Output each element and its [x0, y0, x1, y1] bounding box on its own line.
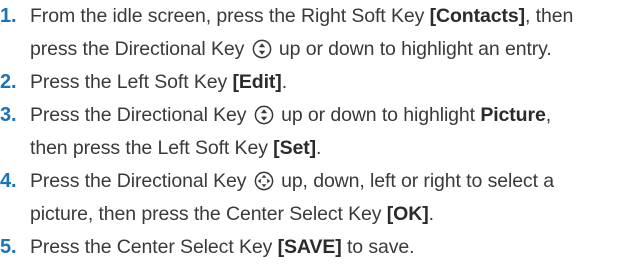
step-3-line-1: 3. Press the Directional Key up or down t… [0, 99, 642, 132]
key-label-edit: [Edit] [232, 71, 282, 93]
key-label-set: [Set] [273, 137, 317, 159]
step-4-line-2: picture, then press the Center Select Ke… [0, 198, 642, 231]
step-number: 1. [0, 5, 17, 27]
step-3: 3. Press the Directional Key up or down t… [0, 99, 642, 165]
step-text: , [545, 104, 552, 126]
step-text: Press the Center Select Key [30, 236, 278, 258]
menu-item-picture: Picture [480, 104, 546, 126]
step-text: . [428, 203, 434, 225]
step-text: to save. [341, 236, 415, 258]
step-1-line-1: 1. From the idle screen, press the Right … [0, 0, 642, 33]
step-5-line-1: 5. Press the Center Select Key [SAVE] to … [0, 231, 642, 264]
step-2-line-1: 2. Press the Left Soft Key [Edit]. [0, 66, 642, 99]
step-text: Press the Directional Key [30, 104, 252, 126]
up-down-navigation-key-icon [252, 39, 272, 59]
step-number: 2. [0, 71, 17, 93]
step-number: 5. [0, 236, 17, 258]
step-text: up or down to highlight [275, 104, 481, 126]
step-text: picture, then press the Center Select Ke… [30, 203, 387, 225]
up-down-navigation-key-icon [254, 105, 274, 125]
step-number: 4. [0, 170, 17, 192]
step-text: up, down, left or right to select a [275, 170, 554, 192]
step-text: . [281, 71, 288, 93]
four-way-navigation-key-icon [254, 171, 274, 191]
step-4: 4. Press the Directional Key up, down, le… [0, 165, 642, 231]
step-4-line-1: 4. Press the Directional Key up, down, le… [0, 165, 642, 198]
step-text: Press the Directional Key [30, 170, 252, 192]
step-text: then press the Left Soft Key [30, 137, 274, 159]
step-text: press the Directional Key [30, 38, 250, 60]
step-1: 1. From the idle screen, press the Right … [0, 0, 642, 66]
step-3-line-2: then press the Left Soft Key [Set]. [0, 132, 642, 165]
key-label-contacts: [Contacts] [429, 5, 526, 27]
key-label-save: [SAVE] [277, 236, 342, 258]
step-text: Press the Left Soft Key [30, 71, 233, 93]
step-text: . [316, 137, 322, 159]
step-2: 2. Press the Left Soft Key [Edit]. [0, 66, 642, 99]
step-text: up or down to highlight an entry. [273, 38, 552, 60]
step-text: From the idle screen, press the Right So… [30, 5, 430, 27]
step-text: , then [525, 5, 574, 27]
step-5: 5. Press the Center Select Key [SAVE] to … [0, 231, 642, 264]
step-number: 3. [0, 104, 17, 126]
step-1-line-2: press the Directional Key up or down to … [0, 33, 642, 66]
key-label-ok: [OK] [386, 203, 429, 225]
instruction-steps: 1. From the idle screen, press the Right … [0, 0, 642, 264]
